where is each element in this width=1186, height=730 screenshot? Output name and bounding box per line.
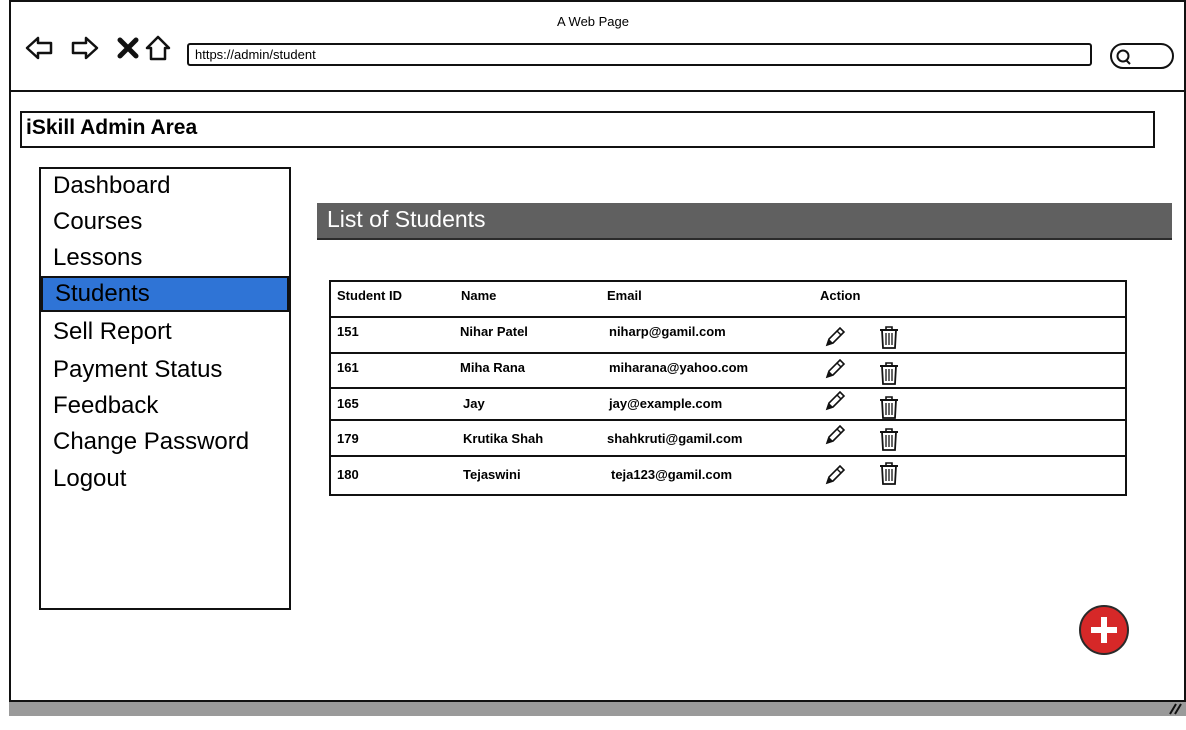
search-icon — [1116, 49, 1131, 65]
url-field[interactable]: https://admin/student — [187, 43, 1092, 66]
toolbar-divider — [9, 90, 1186, 92]
table-divider — [331, 387, 1126, 389]
table-divider — [331, 455, 1126, 457]
trash-icon[interactable] — [876, 360, 902, 386]
trash-icon[interactable] — [876, 426, 902, 452]
edit-pencil-icon[interactable] — [822, 388, 848, 414]
sidebar-item-dashboard[interactable]: Dashboard — [41, 168, 289, 204]
cell-email: niharp@gamil.com — [609, 324, 726, 339]
trash-icon[interactable] — [876, 324, 902, 350]
cell-name: Tejaswini — [463, 467, 521, 482]
cell-name: Krutika Shah — [463, 431, 544, 446]
cell-student-id: 179 — [337, 431, 359, 446]
edit-pencil-icon[interactable] — [822, 462, 848, 488]
plus-icon — [1091, 617, 1117, 643]
resize-grip-icon[interactable] — [1166, 700, 1182, 716]
table-divider — [331, 419, 1126, 421]
sidebar-item-students[interactable]: Students — [41, 276, 289, 312]
sidebar-item-lessons[interactable]: Lessons — [41, 240, 289, 276]
sidebar-item-courses[interactable]: Courses — [41, 204, 289, 240]
page-title: List of Students — [327, 206, 486, 232]
column-header-name: Name — [461, 288, 497, 303]
trash-icon[interactable] — [876, 394, 902, 420]
edit-pencil-icon[interactable] — [822, 422, 848, 448]
home-icon[interactable] — [143, 33, 173, 63]
close-icon[interactable] — [113, 33, 143, 63]
sidebar-item-change-password[interactable]: Change Password — [41, 424, 289, 460]
edit-pencil-icon[interactable] — [822, 356, 848, 382]
sidebar-item-payment-status[interactable]: Payment Status — [41, 352, 289, 388]
app-title: iSkill Admin Area — [26, 116, 198, 139]
cell-email: jay@example.com — [609, 396, 723, 411]
cell-email: miharana@yahoo.com — [609, 360, 749, 375]
column-header-email: Email — [607, 288, 642, 303]
cell-student-id: 151 — [337, 324, 359, 339]
cell-email: shahkruti@gamil.com — [607, 431, 743, 446]
cell-name: Nihar Patel — [460, 324, 528, 339]
add-student-button[interactable] — [1079, 605, 1129, 655]
window-title: A Web Page — [556, 14, 630, 29]
table-divider — [331, 352, 1126, 354]
status-bar — [9, 700, 1186, 716]
edit-pencil-icon[interactable] — [822, 324, 848, 350]
sidebar-item-logout[interactable]: Logout — [41, 461, 289, 497]
column-header-action: Action — [820, 288, 861, 303]
forward-arrow-icon[interactable] — [70, 33, 100, 63]
browser-search-button[interactable] — [1110, 43, 1174, 69]
cell-student-id: 161 — [337, 360, 359, 375]
column-header-student-id: Student ID — [337, 288, 402, 303]
cell-name: Miha Rana — [460, 360, 526, 375]
trash-icon[interactable] — [876, 460, 902, 486]
sidebar-item-feedback[interactable]: Feedback — [41, 388, 289, 424]
table-divider — [331, 316, 1126, 318]
cell-name: Jay — [463, 396, 485, 411]
sidebar-item-sell-report[interactable]: Sell Report — [41, 314, 289, 350]
cell-email: teja123@gamil.com — [611, 467, 733, 482]
back-arrow-icon[interactable] — [24, 33, 54, 63]
cell-student-id: 180 — [337, 467, 359, 482]
cell-student-id: 165 — [337, 396, 359, 411]
